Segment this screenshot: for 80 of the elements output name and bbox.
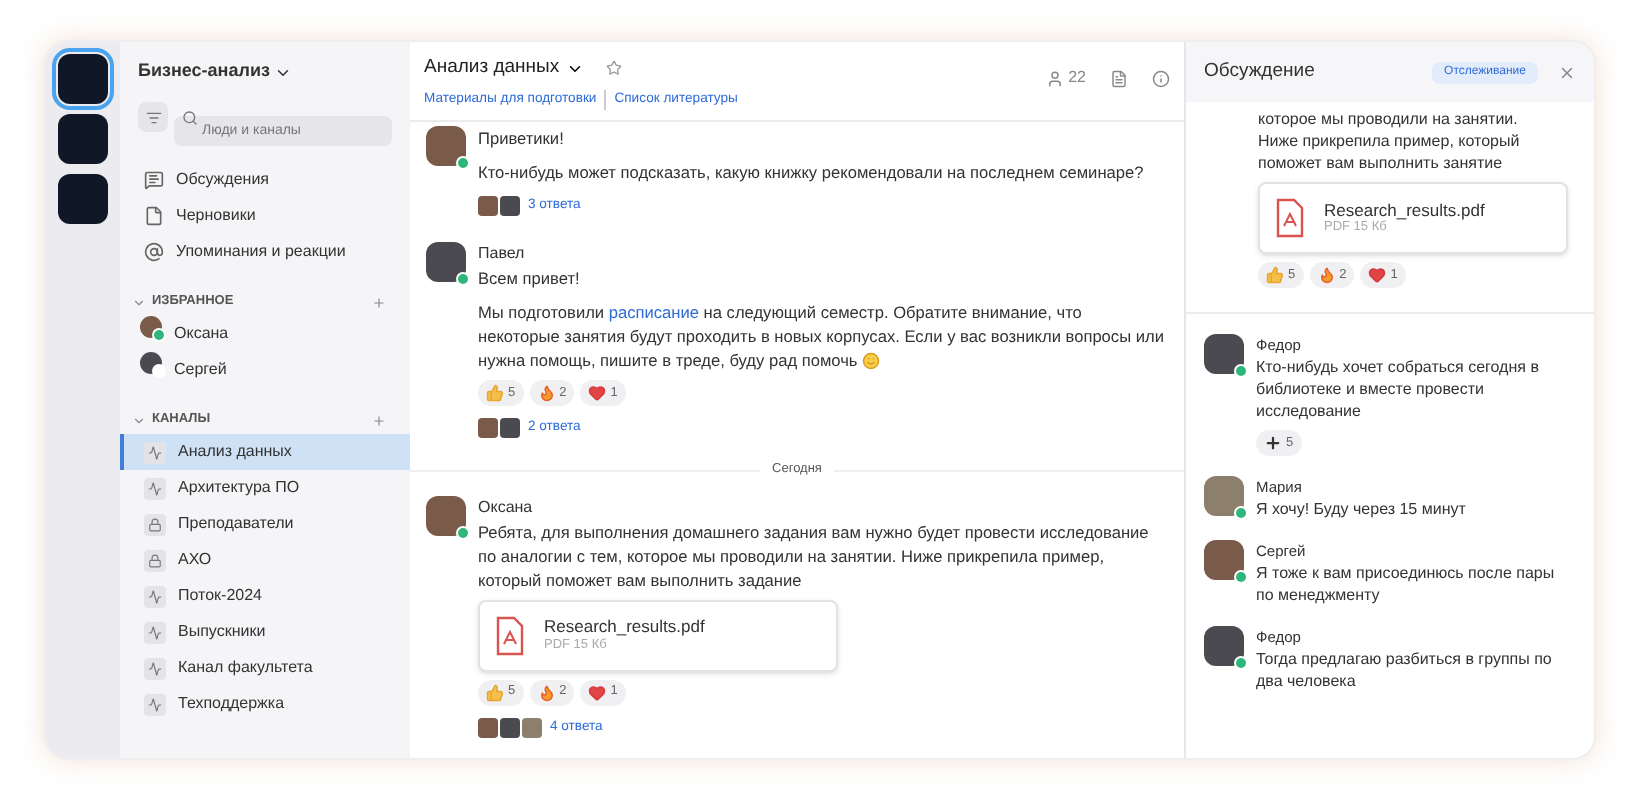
sidebar-nav-item[interactable]: Обсуждения bbox=[120, 162, 410, 198]
wave-icon bbox=[148, 445, 162, 459]
thumbs-up-icon bbox=[1266, 266, 1284, 284]
message-text: Мы подготовили расписание на следующий семестр. Обратите внимание, что некоторые занятия будут проходить в новых корпусах. Если у вас возникли вопросы или нужна помощь, пишите в треде, буду рад помочь bbox=[478, 300, 1166, 372]
thumbs-up-icon bbox=[486, 683, 504, 702]
channel-item[interactable]: АХО bbox=[120, 542, 410, 578]
file-name: Research_results.pdf bbox=[544, 616, 705, 638]
workspace-logo[interactable] bbox=[58, 114, 108, 164]
channel-item[interactable]: Выпускники bbox=[120, 614, 410, 650]
channel-item[interactable]: Канал факультета bbox=[120, 650, 410, 686]
contact-name[interactable]: Сергей bbox=[174, 358, 227, 382]
sidebar-nav-item[interactable]: Упоминания и реакции bbox=[120, 234, 410, 270]
avatar-placeholder bbox=[478, 717, 498, 738]
workspace-title[interactable]: Бизнес-анализ bbox=[138, 58, 270, 86]
info-icon[interactable] bbox=[1152, 69, 1170, 87]
avatar-placeholder bbox=[1204, 476, 1244, 516]
lock-icon bbox=[148, 553, 162, 567]
lock-icon bbox=[148, 517, 162, 531]
workspace-logo[interactable] bbox=[58, 174, 108, 224]
star-icon[interactable] bbox=[605, 60, 622, 77]
channel-item[interactable]: Анализ данных bbox=[120, 434, 410, 470]
thread-title: Обсуждение bbox=[1204, 57, 1315, 86]
message-text: Приветики! bbox=[478, 126, 566, 150]
avatar-placeholder bbox=[426, 126, 466, 166]
message-text: Кто-нибудь может подсказать, какую книжку рекомендовали на последнем семинаре? bbox=[478, 160, 1146, 184]
message-text: Всем привет! bbox=[478, 266, 582, 290]
schedule-link[interactable]: расписание bbox=[608, 302, 699, 322]
message-text: которое мы проводили на занятии. Ниже прикрепила пример, который поможет вам выполнить занятие bbox=[1258, 108, 1522, 174]
flame-icon bbox=[537, 683, 556, 702]
message-text: Я хочу! Буду через 15 минут bbox=[1256, 498, 1466, 520]
member-count: 22 bbox=[1068, 66, 1086, 90]
avatar-placeholder bbox=[1204, 540, 1244, 580]
members-icon[interactable] bbox=[1046, 69, 1065, 87]
wave-icon bbox=[148, 697, 162, 711]
wave-icon bbox=[148, 589, 162, 603]
author-name[interactable]: Оксана bbox=[478, 495, 1168, 520]
avatar-placeholder bbox=[1204, 626, 1244, 666]
flame-icon bbox=[1317, 266, 1336, 284]
heart-icon bbox=[588, 683, 607, 702]
search-icon bbox=[182, 109, 198, 125]
avatar-placeholder bbox=[426, 242, 466, 282]
flame-icon bbox=[537, 384, 556, 402]
message-text: Кто-нибудь хочет собраться сегодня в библиотеке и вместе провести исследование bbox=[1256, 356, 1541, 422]
channel-item[interactable]: Поток-2024 bbox=[120, 578, 410, 614]
at-sign-icon bbox=[144, 242, 164, 262]
pdf-file-icon bbox=[1276, 198, 1304, 238]
message-text: Тогда предлагаю разбиться в группы по два человека bbox=[1256, 648, 1554, 692]
wave-icon bbox=[148, 625, 162, 639]
document-icon[interactable] bbox=[1110, 69, 1128, 87]
filter-button[interactable] bbox=[138, 102, 168, 132]
message-text: Ребята, для выполнения домашнего задания вам нужно будет провести исследование по аналогии с тем, которое мы проводили на занятии. Ниже прикрепила пример, который поможет вам выполнить задание bbox=[478, 519, 1151, 592]
avatar-placeholder bbox=[500, 717, 520, 738]
document-icon bbox=[144, 206, 164, 226]
workspace-logo[interactable] bbox=[58, 54, 108, 104]
contact-name[interactable]: Оксана bbox=[174, 322, 229, 346]
wave-icon bbox=[148, 661, 162, 675]
heart-icon bbox=[1368, 266, 1387, 284]
channel-title[interactable]: Анализ данных bbox=[424, 54, 560, 83]
filter-icon bbox=[145, 109, 161, 125]
close-icon[interactable] bbox=[1558, 63, 1576, 81]
wave-icon bbox=[148, 481, 162, 495]
chat-icon bbox=[144, 170, 164, 190]
pdf-file-icon bbox=[496, 615, 524, 656]
avatar-placeholder bbox=[140, 316, 162, 338]
add-icon[interactable] bbox=[372, 295, 386, 309]
add-icon[interactable] bbox=[372, 413, 386, 427]
channel-item[interactable]: Архитектура ПО bbox=[120, 470, 410, 506]
channel-item[interactable]: Техподдержка bbox=[120, 686, 410, 722]
sidebar-nav-item[interactable]: Черновики bbox=[120, 198, 410, 234]
channel-item[interactable]: Преподаватели bbox=[120, 506, 410, 542]
avatar-placeholder bbox=[426, 495, 466, 536]
avatar-placeholder bbox=[522, 717, 542, 738]
thumbs-up-icon bbox=[486, 384, 504, 402]
file-name: Research_results.pdf bbox=[1324, 199, 1485, 220]
heart-icon bbox=[588, 384, 607, 402]
message-text: Я тоже к вам присоединюсь после пары по менеджменту bbox=[1256, 562, 1557, 606]
plus-icon bbox=[1264, 434, 1282, 452]
avatar-placeholder bbox=[1204, 334, 1244, 374]
author-name[interactable]: Павел bbox=[478, 242, 1168, 266]
wink-emoji-icon bbox=[861, 352, 880, 371]
